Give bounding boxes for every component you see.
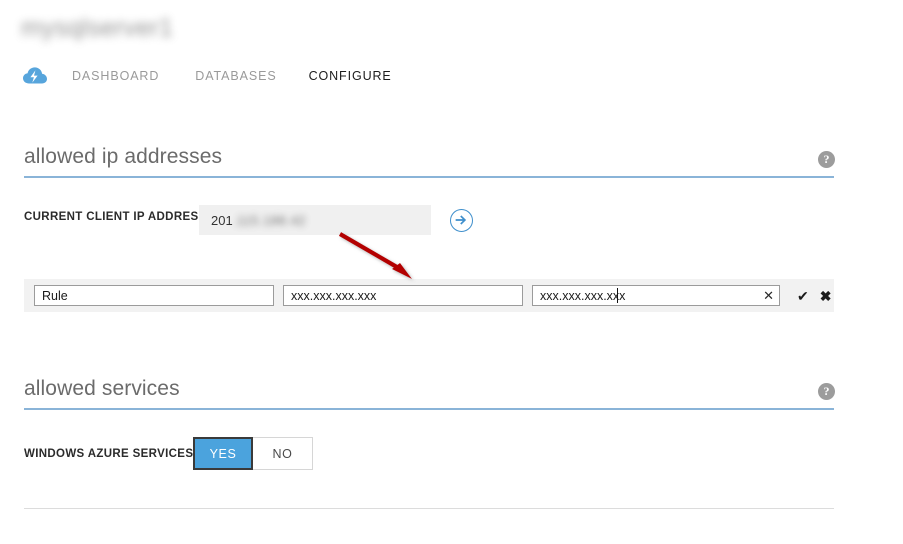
tab-dashboard[interactable]: DASHBOARD — [72, 69, 159, 83]
help-icon[interactable]: ? — [818, 151, 835, 168]
windows-azure-services-label: WINDOWS AZURE SERVICES — [24, 448, 194, 460]
ip-rule-editor-row: ✕ ✔ ✖ — [24, 279, 834, 312]
current-client-ip-value: 201 .115.188.42 — [199, 205, 431, 235]
current-client-ip-redacted: .115.188.42 — [232, 212, 306, 228]
windows-azure-services-toggle: YES NO — [193, 437, 313, 470]
bottom-divider — [24, 508, 834, 509]
page-title: mysqlserver1 — [21, 14, 174, 42]
clear-icon[interactable]: ✕ — [763, 287, 774, 304]
main-navigation: DASHBOARD DATABASES CONFIGURE — [0, 60, 903, 92]
arrow-right-circle-icon[interactable] — [450, 209, 473, 232]
close-icon[interactable]: ✖ — [820, 289, 832, 303]
windows-azure-services-row: WINDOWS AZURE SERVICES YES NO — [24, 437, 834, 471]
section-underline — [24, 176, 834, 178]
section-underline — [24, 408, 834, 410]
checkmark-icon[interactable]: ✔ — [797, 289, 809, 303]
help-icon[interactable]: ? — [818, 383, 835, 400]
rule-start-ip-input[interactable] — [283, 285, 523, 306]
allowed-services-heading: allowed services — [24, 377, 180, 400]
allowed-ip-heading: allowed ip addresses — [24, 145, 223, 168]
rule-name-input[interactable] — [34, 285, 274, 306]
current-client-ip-prefix: 201 — [211, 212, 233, 228]
toggle-option-yes[interactable]: YES — [193, 437, 253, 470]
cloud-lightning-icon — [22, 65, 48, 87]
text-caret — [617, 288, 618, 303]
current-client-ip-label: CURRENT CLIENT IP ADDRESS — [24, 211, 207, 223]
allowed-services-section: allowed services ? — [24, 377, 835, 410]
current-client-ip-row: CURRENT CLIENT IP ADDRESS 201 .115.188.4… — [24, 205, 834, 239]
rule-end-ip-wrapper: ✕ — [532, 285, 780, 306]
toggle-option-no[interactable]: NO — [253, 437, 313, 470]
tab-configure[interactable]: CONFIGURE — [309, 69, 392, 83]
allowed-ip-addresses-section: allowed ip addresses ? — [24, 145, 835, 178]
tab-databases[interactable]: DATABASES — [195, 69, 276, 83]
rule-end-ip-input[interactable] — [532, 285, 780, 306]
